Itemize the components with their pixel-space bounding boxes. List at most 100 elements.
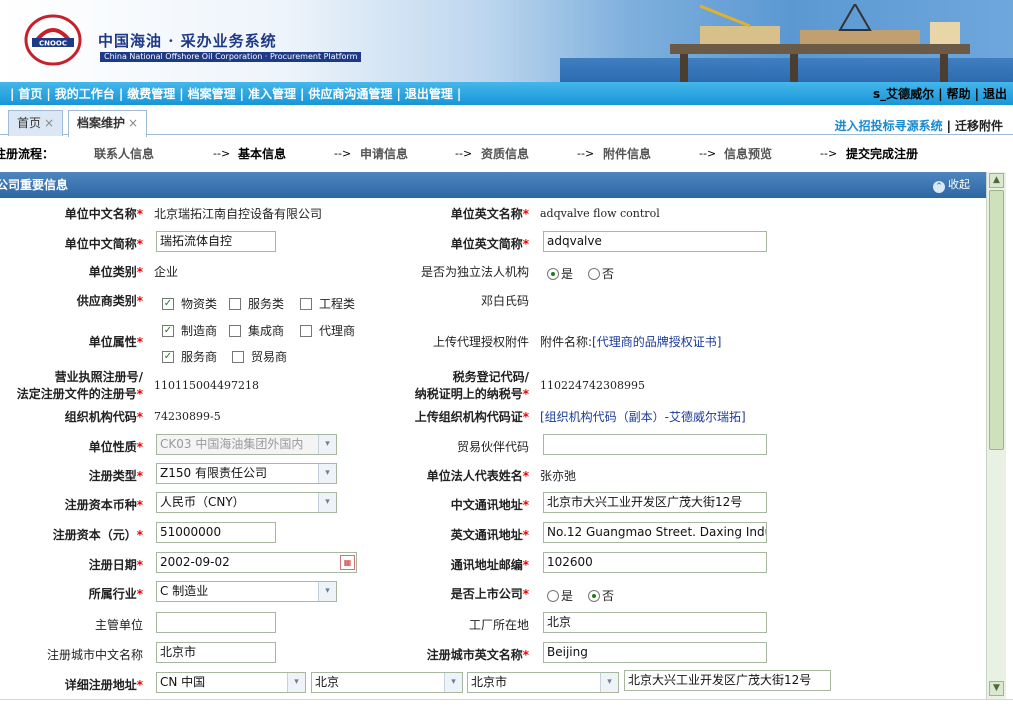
- unit-nature-select[interactable]: CK03 中国海油集团外国内 ▾: [156, 434, 337, 455]
- flow-step-contact[interactable]: 联系人信息: [94, 145, 154, 162]
- tab-label: 档案维护: [77, 116, 126, 130]
- radio-unchecked-icon: [588, 267, 600, 280]
- brand-title-cn: 中国海油 · 采办业务系统: [98, 32, 277, 50]
- close-icon[interactable]: ×: [128, 116, 138, 130]
- help-link[interactable]: 帮助: [943, 85, 975, 102]
- independent-legal-yes-radio[interactable]: 是: [547, 265, 573, 282]
- chevron-down-icon: ▾: [318, 435, 336, 454]
- unit-attr-agent-checkbox[interactable]: 代理商: [300, 322, 355, 339]
- menu-item-supplier-comm[interactable]: 供应商沟通管理: [304, 85, 396, 102]
- arrow-icon: -->: [699, 147, 717, 160]
- scroll-down-icon[interactable]: ▼: [989, 681, 1004, 696]
- reg-date-input[interactable]: 2002-09-02 ▦: [156, 552, 357, 573]
- org-code-upload-link[interactable]: [组织机构代码（副本）-艾德威尔瑞拓]: [540, 410, 746, 424]
- close-icon[interactable]: ×: [44, 116, 54, 130]
- tender-system-link[interactable]: 进入招投标寻源系统: [835, 119, 943, 133]
- supervisor-label: 主管单位: [94, 618, 143, 632]
- reg-type-select[interactable]: Z150 有限责任公司 ▾: [156, 463, 337, 484]
- brand-title-en: China National Offshore Oil Corporation …: [100, 52, 362, 62]
- unit-en-short-input[interactable]: adqvalve: [543, 231, 767, 252]
- listed-yes-radio[interactable]: 是: [547, 587, 573, 604]
- industry-select[interactable]: C 制造业 ▾: [156, 581, 337, 602]
- chevron-down-icon: ▾: [287, 673, 305, 692]
- postcode-input[interactable]: 102600: [543, 552, 767, 573]
- supplier-type-engineering-checkbox[interactable]: 工程类: [300, 295, 355, 312]
- menu-item-access[interactable]: 准入管理: [244, 85, 300, 102]
- unit-attr-integrator-checkbox[interactable]: 集成商: [229, 322, 284, 339]
- menu-item-workbench[interactable]: 我的工作台: [51, 85, 119, 102]
- trade-partner-label: 贸易伙伴代码: [456, 440, 529, 454]
- reg-type-label: 注册类型*: [88, 469, 143, 483]
- license-no-label-line1: 营业执照注册号/: [54, 370, 143, 384]
- reg-city-en-input[interactable]: Beijing: [543, 642, 767, 663]
- deng-bai-label: 邓白氏码: [480, 294, 529, 308]
- province-select[interactable]: 北京 ▾: [311, 672, 463, 693]
- flow-step-attachment[interactable]: 附件信息: [603, 145, 651, 162]
- unit-category-value: 企业: [154, 265, 179, 279]
- arrow-icon: -->: [577, 147, 595, 160]
- supplier-type-label: 供应商类别*: [76, 294, 143, 308]
- flow-step-basic[interactable]: 基本信息: [238, 145, 286, 162]
- scroll-thumb[interactable]: [989, 190, 1004, 450]
- independent-legal-no-radio[interactable]: 否: [588, 265, 614, 282]
- flow-step-apply[interactable]: 申请信息: [360, 145, 408, 162]
- reg-currency-select[interactable]: 人民币（CNY） ▾: [156, 492, 337, 513]
- app-window: CNOOC 中国海油 · 采办业务系统 China National Offsh…: [0, 0, 1013, 722]
- checkbox-unchecked-icon: [300, 324, 312, 337]
- logout-link[interactable]: 退出: [979, 85, 1013, 102]
- supplier-type-service-checkbox[interactable]: 服务类: [229, 295, 284, 312]
- city-select[interactable]: 北京市 ▾: [467, 672, 619, 693]
- radio-unchecked-icon: [547, 589, 559, 602]
- tab-home[interactable]: 首页 ×: [8, 110, 64, 136]
- checkbox-unchecked-icon: [300, 297, 312, 310]
- trade-partner-input[interactable]: [543, 434, 767, 455]
- menu-item-archive[interactable]: 档案管理: [184, 85, 240, 102]
- street-address-input[interactable]: 北京大兴工业开发区广茂大街12号: [624, 670, 831, 691]
- arrow-icon: -->: [334, 147, 352, 160]
- tab-archive-maintenance[interactable]: 档案维护 ×: [68, 110, 148, 137]
- chevron-down-icon: ▾: [318, 582, 336, 601]
- factory-input[interactable]: 北京: [543, 612, 767, 633]
- arrow-icon: -->: [820, 147, 838, 160]
- unit-en-name-label: 单位英文名称*: [450, 207, 529, 221]
- flow-step-qualification[interactable]: 资质信息: [481, 145, 529, 162]
- unit-cn-short-input[interactable]: 瑞拓流体自控: [156, 231, 276, 252]
- chevron-down-icon: ▾: [600, 673, 618, 692]
- radio-checked-icon: [588, 589, 600, 602]
- checkbox-checked-icon: ✓: [162, 297, 174, 310]
- unit-attr-servicer-checkbox[interactable]: ✓ 服务商: [162, 348, 217, 365]
- logo-text: CNOOC: [39, 40, 67, 48]
- collapse-button[interactable]: ⌃ 收起: [933, 172, 970, 198]
- unit-nature-label: 单位性质*: [88, 440, 143, 454]
- reg-currency-label: 注册资本币种*: [64, 498, 143, 512]
- flow-step-submit[interactable]: 提交完成注册: [846, 145, 918, 162]
- org-code-upload-attachment: [组织机构代码（副本）-艾德威尔瑞拓]: [540, 408, 746, 425]
- reg-city-cn-input[interactable]: 北京市: [156, 642, 276, 663]
- migrate-attachment-link[interactable]: 迁移附件: [955, 119, 1003, 133]
- supplier-type-material-checkbox[interactable]: ✓ 物资类: [162, 295, 217, 312]
- legal-rep-value: 张亦弛: [540, 469, 577, 483]
- calendar-icon[interactable]: ▦: [340, 555, 355, 570]
- en-address-input[interactable]: No.12 Guangmao Street. Daxing Industrial: [543, 522, 767, 543]
- factory-label: 工厂所在地: [468, 618, 529, 632]
- menu-item-payment[interactable]: 缴费管理: [123, 85, 179, 102]
- vertical-scrollbar[interactable]: ▲ ▼: [986, 172, 1006, 699]
- menu-item-exit-mgmt[interactable]: 退出管理: [401, 85, 457, 102]
- agent-auth-link[interactable]: [代理商的品牌授权证书]: [592, 335, 721, 349]
- checkbox-checked-icon: ✓: [162, 324, 174, 337]
- org-code-value: 74230899-5: [154, 410, 221, 423]
- tab-label: 首页: [17, 116, 42, 130]
- independent-legal-label: 是否为独立法人机构: [420, 265, 529, 279]
- reg-capital-input[interactable]: 51000000: [156, 522, 276, 543]
- flow-step-preview[interactable]: 信息预览: [724, 145, 772, 162]
- listed-no-radio[interactable]: 否: [588, 587, 614, 604]
- arrow-icon: -->: [213, 147, 231, 160]
- cn-address-input[interactable]: 北京市大兴工业开发区广茂大街12号: [543, 492, 767, 513]
- unit-attr-manufacturer-checkbox[interactable]: ✓ 制造商: [162, 322, 217, 339]
- unit-attr-trader-checkbox[interactable]: 贸易商: [232, 348, 287, 365]
- country-select[interactable]: CN 中国 ▾: [156, 672, 306, 693]
- scroll-up-icon[interactable]: ▲: [989, 173, 1004, 188]
- menu-item-home[interactable]: 首页: [14, 85, 46, 102]
- detail-address-label: 详细注册地址*: [64, 678, 143, 692]
- supervisor-input[interactable]: [156, 612, 276, 633]
